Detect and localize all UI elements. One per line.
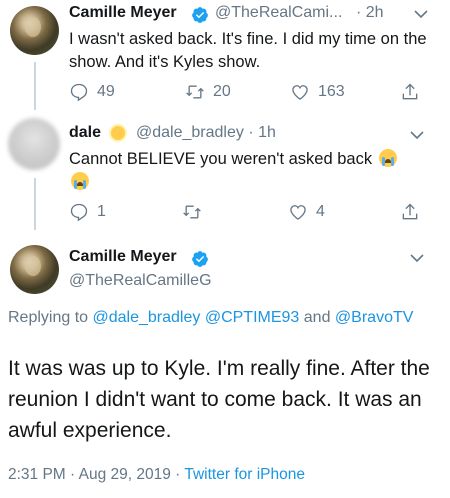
retweet-button[interactable] xyxy=(182,202,202,222)
author-name[interactable]: dale xyxy=(69,124,101,142)
verified-icon xyxy=(192,7,208,23)
like-button[interactable]: 163 xyxy=(290,82,345,102)
reply-count: 1 xyxy=(97,203,106,220)
author-handle[interactable]: @TheRealCami... xyxy=(215,4,342,22)
tweet-text: It was was up to Kyle. I'm really fine. … xyxy=(8,357,430,442)
chevron-down-icon[interactable] xyxy=(410,130,424,140)
reply-button[interactable]: 49 xyxy=(69,82,115,102)
thread-line xyxy=(34,62,36,110)
share-icon xyxy=(402,83,418,100)
replying-to-label: Replying to xyxy=(8,309,89,326)
retweet-count: 20 xyxy=(213,83,231,100)
chevron-down-icon[interactable] xyxy=(414,9,428,19)
mention-link[interactable]: @dale_bradley xyxy=(93,309,201,326)
crying-emoji xyxy=(71,172,89,190)
like-count: 4 xyxy=(316,203,325,220)
mention-link[interactable]: @BravoTV xyxy=(335,309,413,326)
retweet-icon xyxy=(183,205,201,219)
like-icon xyxy=(292,85,308,100)
author-handle[interactable]: @dale_bradley · 1h xyxy=(136,124,276,142)
tweet-text-content: Cannot BELIEVE you weren't asked back xyxy=(69,150,373,168)
avatar[interactable] xyxy=(8,118,60,170)
reply-count: 49 xyxy=(97,83,115,100)
retweet-icon xyxy=(186,85,204,99)
reply-icon xyxy=(70,83,88,102)
avatar[interactable] xyxy=(10,245,59,294)
replying-to-and: and xyxy=(303,309,331,326)
avatar[interactable] xyxy=(10,6,59,55)
mention-link[interactable]: @CPTIME93 xyxy=(205,309,299,326)
tweet-text: I wasn't asked back. It's fine. I did my… xyxy=(69,30,427,71)
crying-emoji xyxy=(378,149,397,167)
author-name[interactable]: Camille Meyer xyxy=(69,4,177,22)
tweet-time[interactable]: · 2h xyxy=(356,4,384,22)
tweet-text: Cannot BELIEVE you weren't asked back xyxy=(69,148,434,194)
like-icon xyxy=(290,205,306,220)
tweet-meta: 2:31 PM · Aug 29, 2019 · Twitter for iPh… xyxy=(8,466,305,484)
tweet-source[interactable]: Twitter for iPhone xyxy=(184,466,305,483)
reply-button[interactable]: 1 xyxy=(69,202,106,222)
replying-to: Replying to @dale_bradley @CPTIME93 and … xyxy=(8,306,428,329)
author-name[interactable]: Camille Meyer xyxy=(69,248,177,266)
angel-emoji xyxy=(109,124,127,142)
share-icon xyxy=(402,203,418,220)
tweet-timestamp[interactable]: 2:31 PM · Aug 29, 2019 · xyxy=(8,466,180,483)
verified-icon xyxy=(192,251,208,267)
retweet-button[interactable]: 20 xyxy=(185,82,231,102)
like-count: 163 xyxy=(318,83,345,100)
like-button[interactable]: 4 xyxy=(288,202,325,222)
author-handle[interactable]: @TheRealCamilleG xyxy=(69,272,212,290)
reply-icon xyxy=(70,203,88,222)
thread-line xyxy=(34,178,36,230)
share-button[interactable] xyxy=(400,202,420,222)
share-button[interactable] xyxy=(400,82,420,102)
chevron-down-icon[interactable] xyxy=(410,253,424,263)
